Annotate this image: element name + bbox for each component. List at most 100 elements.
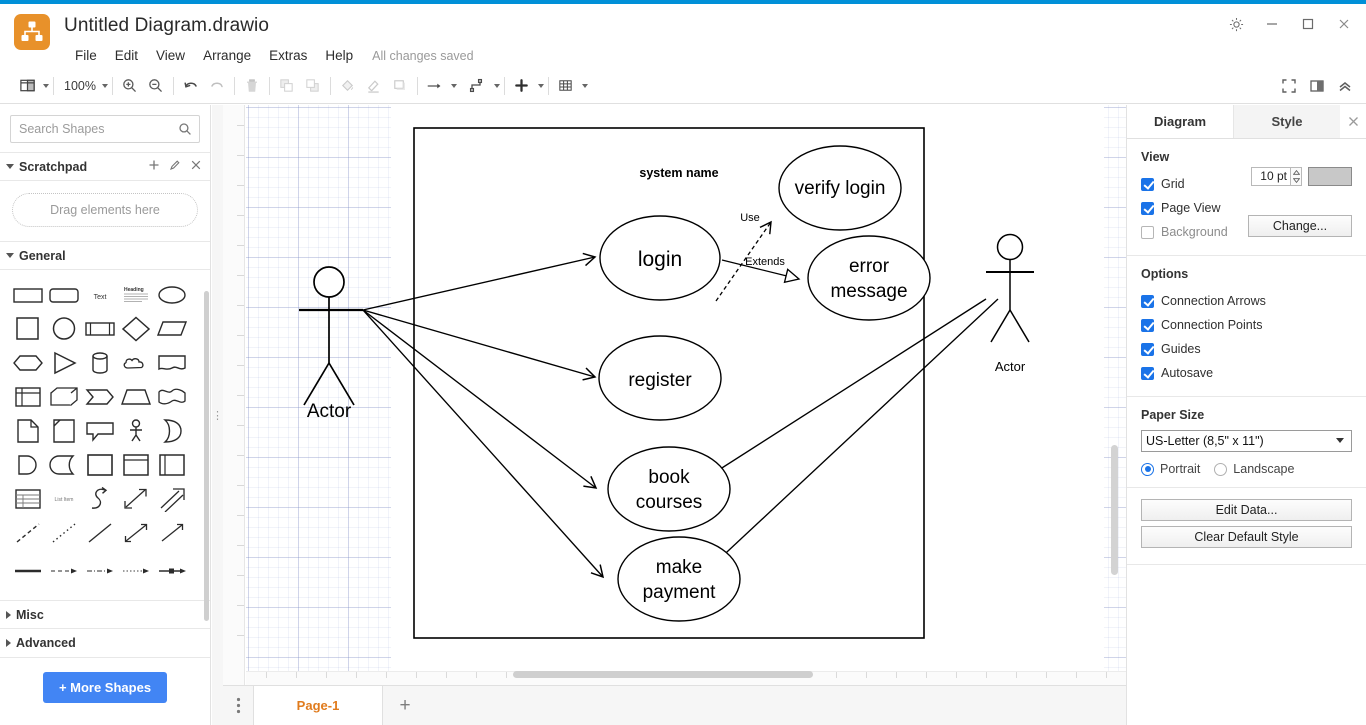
plus-icon[interactable] [148,159,160,174]
shape-parallelogram[interactable] [154,312,190,346]
waypoints-caret[interactable] [450,83,457,88]
waypoints-icon[interactable] [422,73,448,99]
clear-default-style-button[interactable]: Clear Default Style [1141,526,1352,548]
grid-size-stepper[interactable] [1291,167,1302,186]
page-menu-icon[interactable] [223,686,253,725]
guides-row[interactable]: Guides [1141,337,1352,361]
view-dropdown-caret[interactable] [43,83,49,88]
change-background-button[interactable]: Change... [1248,215,1352,237]
shape-list-item[interactable]: List Item [46,482,82,516]
shape-triangle[interactable] [46,346,82,380]
stepper-up-icon[interactable] [1291,168,1301,177]
zoom-dropdown-caret[interactable] [101,83,108,88]
shape-delay[interactable] [10,448,46,482]
zoom-out-icon[interactable] [143,73,169,99]
shape-textbox[interactable]: Heading [118,278,154,312]
to-back-icon[interactable] [300,73,326,99]
shape-actor[interactable] [118,414,154,448]
sidebar-splitter[interactable]: ⋮ [212,105,223,725]
more-shapes-button[interactable]: + More Shapes [42,672,168,703]
menu-arrange[interactable]: Arrange [194,47,260,64]
view-layers-icon[interactable] [14,73,40,99]
shape-cylinder[interactable] [82,346,118,380]
shape-or[interactable] [154,414,190,448]
section-misc-header[interactable]: Misc [0,600,210,629]
shape-dashdot-edge[interactable] [82,554,118,588]
section-general-header[interactable]: General [0,241,210,270]
shape-cloud[interactable] [118,346,154,380]
shape-tape[interactable] [154,380,190,414]
shape-labeled-edge[interactable] [154,554,190,588]
guides-checkbox[interactable] [1141,342,1154,356]
portrait-radio[interactable] [1141,462,1154,476]
shadow-icon[interactable] [387,73,413,99]
menu-view[interactable]: View [147,47,194,64]
shape-horizontal-pool[interactable] [154,448,190,482]
shape-note[interactable] [10,414,46,448]
shape-display[interactable] [46,448,82,482]
line-color-icon[interactable] [361,73,387,99]
connection-points-checkbox[interactable] [1141,318,1154,332]
edit-icon[interactable] [169,159,181,174]
shape-card[interactable] [46,414,82,448]
menu-help[interactable]: Help [316,47,362,64]
undo-icon[interactable] [178,73,204,99]
stepper-down-icon[interactable] [1291,176,1301,185]
search-box[interactable] [10,115,200,143]
insert-caret[interactable] [537,83,544,88]
connection-arrows-checkbox[interactable] [1141,294,1154,308]
grid-color-swatch[interactable] [1308,167,1352,186]
fill-color-icon[interactable] [335,73,361,99]
table-caret[interactable] [581,83,588,88]
menu-extras[interactable]: Extras [260,47,316,64]
shape-diamond[interactable] [118,312,154,346]
insert-icon[interactable] [509,73,535,99]
minimize-icon[interactable] [1254,10,1290,38]
table-icon[interactable] [553,73,579,99]
shape-dashed-arrow-edge[interactable] [46,554,82,588]
connection-points-row[interactable]: Connection Points [1141,313,1352,337]
shape-hexagon[interactable] [10,346,46,380]
add-page-button[interactable]: + [383,686,427,725]
grid-checkbox[interactable] [1141,177,1154,191]
fullscreen-icon[interactable] [1276,73,1302,99]
delete-icon[interactable] [239,73,265,99]
tab-diagram[interactable]: Diagram [1127,105,1233,138]
shape-rounded-rectangle[interactable] [46,278,82,312]
background-checkbox[interactable] [1141,225,1154,239]
brightness-icon[interactable] [1218,10,1254,38]
scratchpad-dropzone[interactable]: Drag elements here [12,193,198,227]
zoom-level-label[interactable]: 100% [58,79,99,93]
zoom-in-icon[interactable] [117,73,143,99]
connection-arrows-row[interactable]: Connection Arrows [1141,289,1352,313]
landscape-radio[interactable] [1214,462,1228,476]
collapse-toolbar-icon[interactable] [1332,73,1358,99]
shape-cube[interactable] [46,380,82,414]
scratchpad-header[interactable]: Scratchpad [0,152,210,181]
shape-solid-edge[interactable] [10,554,46,588]
close-icon[interactable] [1326,10,1362,38]
shape-rectangle[interactable] [10,278,46,312]
shape-table[interactable] [10,482,46,516]
edge-style-icon[interactable] [465,73,491,99]
tab-style[interactable]: Style [1233,105,1340,138]
page-tab-page-1[interactable]: Page-1 [253,686,383,725]
shape-circle[interactable] [46,312,82,346]
canvas-vertical-scrollbar[interactable] [1111,445,1118,575]
page-view-checkbox[interactable] [1141,201,1154,215]
shape-dotted-line[interactable] [46,516,82,550]
edge-style-caret[interactable] [493,83,500,88]
shape-callout[interactable] [82,414,118,448]
shape-process[interactable] [82,312,118,346]
diagram-canvas[interactable]: system name Use Extends verify login log… [246,105,1126,680]
redo-icon[interactable] [204,73,230,99]
format-panel-icon[interactable] [1304,73,1330,99]
shape-trapezoid[interactable] [118,380,154,414]
autosave-checkbox[interactable] [1141,366,1154,380]
shape-text[interactable]: Text [82,278,118,312]
search-input[interactable] [11,116,199,142]
shape-block-arrow[interactable] [154,482,190,516]
shape-step[interactable] [82,380,118,414]
shape-bidirectional-arrow[interactable] [118,516,154,550]
paper-size-select[interactable]: US-Letter (8,5" x 11") [1141,430,1352,452]
